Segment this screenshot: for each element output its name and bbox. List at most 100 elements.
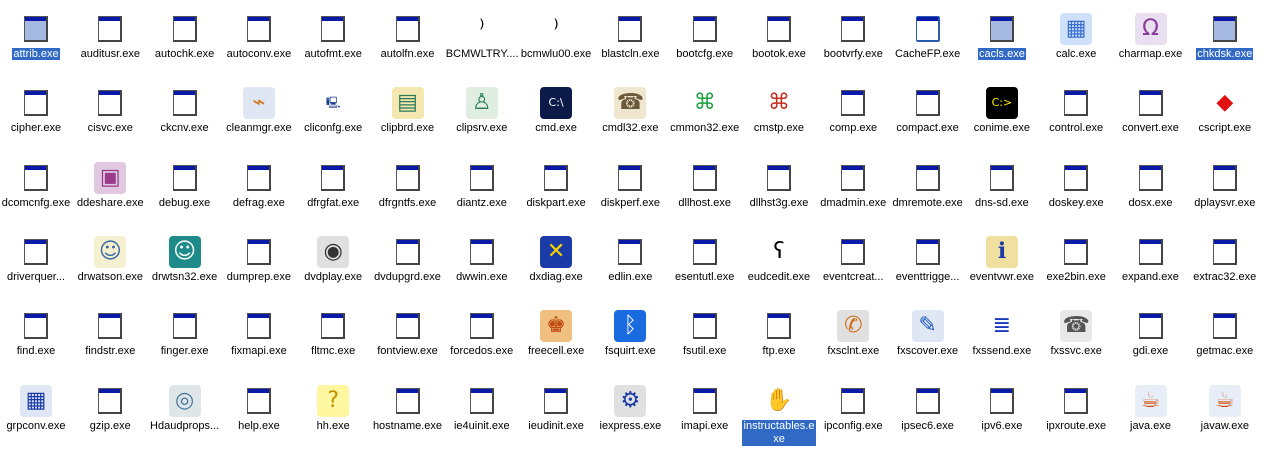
file-item[interactable]: ʕ eudcedit.exe	[742, 223, 816, 297]
file-item[interactable]: extrac32.exe	[1188, 223, 1262, 297]
file-item[interactable]: ☎ fxssvc.exe	[1039, 297, 1113, 371]
file-item[interactable]: ⁾ bcmwlu00.exe	[519, 0, 593, 74]
file-item[interactable]: ? hh.exe	[296, 372, 370, 446]
file-item[interactable]: compact.exe	[891, 74, 965, 148]
file-item[interactable]: ♚ freecell.exe	[519, 297, 593, 371]
file-item[interactable]: cisvc.exe	[73, 74, 147, 148]
file-item[interactable]: ☺ drwatson.exe	[73, 223, 147, 297]
file-item[interactable]: diskpart.exe	[519, 149, 593, 223]
file-item[interactable]: dcomcnfg.exe	[0, 149, 73, 223]
file-item[interactable]: ☕ javaw.exe	[1188, 372, 1262, 446]
file-item[interactable]: 🖳 cliconfg.exe	[296, 74, 370, 148]
file-item[interactable]: imapi.exe	[668, 372, 742, 446]
file-item[interactable]: ipsec6.exe	[891, 372, 965, 446]
file-item[interactable]: ftp.exe	[742, 297, 816, 371]
file-item[interactable]: ▤ clipbrd.exe	[371, 74, 445, 148]
file-item[interactable]: gzip.exe	[73, 372, 147, 446]
file-item[interactable]: auditusr.exe	[73, 0, 147, 74]
file-item[interactable]: ☎ cmdl32.exe	[593, 74, 667, 148]
file-item[interactable]: chkdsk.exe	[1188, 0, 1262, 74]
file-item[interactable]: autoconv.exe	[222, 0, 296, 74]
file-item[interactable]: dosx.exe	[1114, 149, 1188, 223]
file-item[interactable]: doskey.exe	[1039, 149, 1113, 223]
file-item[interactable]: ⌘ cmstp.exe	[742, 74, 816, 148]
file-item[interactable]: forcedos.exe	[445, 297, 519, 371]
file-item[interactable]: finger.exe	[148, 297, 222, 371]
file-item[interactable]: convert.exe	[1114, 74, 1188, 148]
file-item[interactable]: autolfn.exe	[371, 0, 445, 74]
file-item[interactable]: cacls.exe	[965, 0, 1039, 74]
file-item[interactable]: bootcfg.exe	[668, 0, 742, 74]
file-item[interactable]: comp.exe	[816, 74, 890, 148]
file-item[interactable]: fsutil.exe	[668, 297, 742, 371]
file-item[interactable]: dmremote.exe	[891, 149, 965, 223]
file-item[interactable]: diskperf.exe	[593, 149, 667, 223]
file-item[interactable]: findstr.exe	[73, 297, 147, 371]
file-item[interactable]: ipxroute.exe	[1039, 372, 1113, 446]
file-item[interactable]: autofmt.exe	[296, 0, 370, 74]
file-item[interactable]: driverquer...	[0, 223, 73, 297]
file-item[interactable]: ◆ cscript.exe	[1188, 74, 1262, 148]
file-item[interactable]: debug.exe	[148, 149, 222, 223]
file-item[interactable]: attrib.exe	[0, 0, 73, 74]
file-item[interactable]: ipv6.exe	[965, 372, 1039, 446]
file-item[interactable]: ▦ grpconv.exe	[0, 372, 73, 446]
file-item[interactable]: ckcnv.exe	[148, 74, 222, 148]
file-item[interactable]: dvdupgrd.exe	[371, 223, 445, 297]
file-item[interactable]: dmadmin.exe	[816, 149, 890, 223]
file-item[interactable]: expand.exe	[1114, 223, 1188, 297]
file-item[interactable]: fltmc.exe	[296, 297, 370, 371]
file-item[interactable]: dumprep.exe	[222, 223, 296, 297]
file-item[interactable]: ▣ ddeshare.exe	[73, 149, 147, 223]
file-item[interactable]: dns-sd.exe	[965, 149, 1039, 223]
file-item[interactable]: find.exe	[0, 297, 73, 371]
file-item[interactable]: ✋ instructables.exe	[742, 372, 816, 446]
file-item[interactable]: esentutl.exe	[668, 223, 742, 297]
file-item[interactable]: ⌁ cleanmgr.exe	[222, 74, 296, 148]
file-item[interactable]: dllhst3g.exe	[742, 149, 816, 223]
file-item[interactable]: fixmapi.exe	[222, 297, 296, 371]
file-item[interactable]: dwwin.exe	[445, 223, 519, 297]
file-item[interactable]: ieudinit.exe	[519, 372, 593, 446]
file-item[interactable]: ⚙ iexpress.exe	[593, 372, 667, 446]
file-item[interactable]: getmac.exe	[1188, 297, 1262, 371]
file-item[interactable]: autochk.exe	[148, 0, 222, 74]
file-item[interactable]: ipconfig.exe	[816, 372, 890, 446]
file-item[interactable]: hostname.exe	[371, 372, 445, 446]
file-item[interactable]: bootvrfy.exe	[816, 0, 890, 74]
file-item[interactable]: control.exe	[1039, 74, 1113, 148]
file-item[interactable]: eventtrigge...	[891, 223, 965, 297]
file-item[interactable]: fontview.exe	[371, 297, 445, 371]
file-item[interactable]: ✎ fxscover.exe	[891, 297, 965, 371]
file-item[interactable]: bootok.exe	[742, 0, 816, 74]
file-item[interactable]: ♙ clipsrv.exe	[445, 74, 519, 148]
file-item[interactable]: help.exe	[222, 372, 296, 446]
file-item[interactable]: cipher.exe	[0, 74, 73, 148]
file-item[interactable]: ℹ eventvwr.exe	[965, 223, 1039, 297]
file-item[interactable]: defrag.exe	[222, 149, 296, 223]
file-item[interactable]: dfrgfat.exe	[296, 149, 370, 223]
file-item[interactable]: dfrgntfs.exe	[371, 149, 445, 223]
file-item[interactable]: C:> conime.exe	[965, 74, 1039, 148]
file-item[interactable]: ▦ calc.exe	[1039, 0, 1113, 74]
file-item[interactable]: exe2bin.exe	[1039, 223, 1113, 297]
file-item[interactable]: ☺ drwtsn32.exe	[148, 223, 222, 297]
file-item[interactable]: Ωcharmap.exe	[1114, 0, 1188, 74]
file-item[interactable]: edlin.exe	[593, 223, 667, 297]
file-item[interactable]: ⌘ cmmon32.exe	[668, 74, 742, 148]
file-item[interactable]: ⁾ BCMWLTRY....	[445, 0, 519, 74]
file-item[interactable]: ☕ java.exe	[1114, 372, 1188, 446]
file-item[interactable]: ✕ dxdiag.exe	[519, 223, 593, 297]
file-item[interactable]: gdi.exe	[1114, 297, 1188, 371]
file-item[interactable]: ✆ fxsclnt.exe	[816, 297, 890, 371]
file-item[interactable]: dplaysvr.exe	[1188, 149, 1262, 223]
file-item[interactable]: C:\ cmd.exe	[519, 74, 593, 148]
file-item[interactable]: ◎ Hdaudprops...	[148, 372, 222, 446]
file-item[interactable]: ◉ dvdplay.exe	[296, 223, 370, 297]
file-item[interactable]: eventcreat...	[816, 223, 890, 297]
file-item[interactable]: diantz.exe	[445, 149, 519, 223]
file-item[interactable]: ≣ fxssend.exe	[965, 297, 1039, 371]
file-item[interactable]: blastcln.exe	[593, 0, 667, 74]
file-item[interactable]: CacheFP.exe	[891, 0, 965, 74]
file-item[interactable]: ie4uinit.exe	[445, 372, 519, 446]
